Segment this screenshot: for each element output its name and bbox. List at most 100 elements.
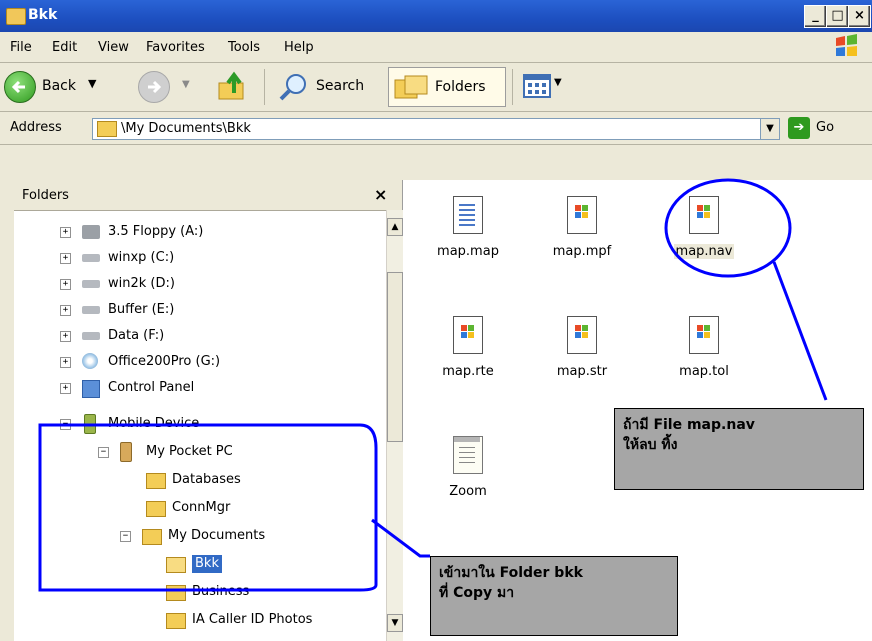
menu-favorites[interactable]: Favorites (146, 40, 205, 55)
tree-label: Data (F:) (108, 328, 165, 343)
folders-icon (394, 75, 428, 99)
menu-bar: File Edit View Favorites Tools Help (0, 32, 872, 63)
folders-pane: Folders × + 3.5 Floppy (A:) + winxp (C:)… (14, 180, 403, 641)
windows-file-icon (567, 196, 597, 234)
control-panel-icon (82, 380, 100, 398)
cd-drive-icon (82, 353, 98, 369)
address-label: Address (10, 120, 62, 135)
callout-bkk-folder: เข้ามาใน Folder bkk ที่ Copy มา (430, 556, 678, 636)
folders-pane-close-button[interactable]: × (374, 185, 387, 204)
folder-icon (166, 585, 186, 601)
hard-drive-icon (82, 306, 100, 314)
tree-label: 3.5 Floppy (A:) (108, 224, 204, 239)
back-dropdown-icon[interactable]: ▼ (88, 77, 96, 90)
folder-icon (97, 121, 117, 137)
address-input[interactable]: \My Documents\Bkk ▼ (92, 118, 780, 140)
mobile-device-icon (84, 414, 96, 434)
minimize-button[interactable]: _ (804, 5, 827, 28)
open-folder-icon (166, 557, 186, 573)
floppy-drive-icon (82, 225, 100, 239)
folders-scrollbar[interactable]: ▲ ▼ (386, 210, 403, 641)
back-button[interactable]: Back ▼ (2, 69, 134, 105)
collapse-icon[interactable]: − (98, 447, 109, 458)
menu-view[interactable]: View (98, 40, 129, 55)
expand-icon[interactable]: + (60, 227, 71, 238)
up-folder-icon[interactable] (216, 71, 250, 103)
folders-button[interactable]: Folders (388, 67, 506, 107)
tree-label: My Documents (168, 528, 266, 543)
windows-file-icon (453, 316, 483, 354)
views-button[interactable]: ▼ (522, 73, 570, 101)
maximize-button[interactable]: □ (826, 5, 849, 28)
menu-file[interactable]: File (10, 40, 32, 55)
collapse-icon[interactable]: − (120, 531, 131, 542)
tree-label-selected: Bkk (192, 555, 222, 573)
toolbar-separator (512, 69, 513, 105)
search-icon (279, 74, 306, 101)
back-arrow-icon (4, 71, 36, 103)
folder-icon (166, 613, 186, 629)
tree-label: Business (192, 584, 250, 599)
hard-drive-icon (82, 280, 100, 288)
file-item[interactable]: Zoom (423, 436, 513, 499)
title-bar[interactable]: Bkk _ □ × (0, 0, 872, 32)
expand-icon[interactable]: + (60, 279, 71, 290)
callout-text: ที่ Copy มา (439, 585, 515, 601)
tree-label: Control Panel (108, 380, 195, 395)
expand-icon[interactable]: + (60, 331, 71, 342)
file-label: map.rte (442, 364, 494, 379)
file-label: map.str (556, 364, 608, 379)
database-folder-icon (146, 473, 166, 489)
scroll-down-button[interactable]: ▼ (387, 614, 403, 632)
scroll-up-button[interactable]: ▲ (387, 218, 403, 236)
expand-icon[interactable]: + (60, 253, 71, 264)
windows-file-icon (689, 196, 719, 234)
text-document-icon (453, 196, 483, 234)
folder-icon (146, 501, 166, 517)
go-arrow-icon: ➔ (788, 117, 810, 139)
expand-icon[interactable]: + (60, 383, 71, 394)
go-button[interactable]: ➔ Go (788, 117, 858, 139)
go-label: Go (816, 120, 835, 135)
file-item[interactable]: map.tol (659, 316, 749, 379)
tree-label: Databases (172, 472, 241, 487)
file-item[interactable]: map.mpf (537, 196, 627, 259)
file-item[interactable]: map.nav (659, 196, 749, 259)
address-bar: Address \My Documents\Bkk ▼ ➔ Go (0, 112, 872, 145)
expand-icon[interactable]: + (60, 357, 71, 368)
file-label: map.mpf (552, 244, 612, 259)
tree-label: IA Caller ID Photos (192, 612, 313, 627)
scroll-thumb[interactable] (387, 272, 403, 442)
forward-button[interactable]: ▼ (138, 71, 198, 105)
collapse-icon[interactable]: − (60, 419, 71, 430)
windows-logo-icon (836, 34, 857, 56)
search-button[interactable]: Search (274, 69, 382, 105)
address-value: \My Documents\Bkk (121, 121, 251, 136)
callout-text: ให้ลบ ทิ้ง (623, 437, 678, 453)
tree-label: ConnMgr (172, 500, 231, 515)
forward-dropdown-icon[interactable]: ▼ (182, 79, 190, 90)
windows-file-icon (689, 316, 719, 354)
tree-label: Mobile Device (108, 416, 200, 431)
close-button[interactable]: × (848, 5, 871, 28)
menu-help[interactable]: Help (284, 40, 314, 55)
file-item[interactable]: map.rte (423, 316, 513, 379)
file-item[interactable]: map.str (537, 316, 627, 379)
folder-icon (6, 8, 26, 25)
address-dropdown-button[interactable]: ▼ (760, 119, 779, 139)
folders-label: Folders (435, 79, 486, 95)
callout-text: ถ้ามี File map.nav (623, 417, 755, 433)
search-label: Search (316, 78, 365, 94)
menu-edit[interactable]: Edit (52, 40, 77, 55)
expand-icon[interactable]: + (60, 305, 71, 316)
tree-label: winxp (C:) (108, 250, 175, 265)
folders-pane-header: Folders × (14, 180, 402, 211)
notepad-file-icon (453, 436, 483, 474)
forward-arrow-icon (138, 71, 170, 103)
file-label: Zoom (449, 484, 487, 499)
windows-file-icon (567, 316, 597, 354)
menu-tools[interactable]: Tools (228, 40, 260, 55)
tree-label: win2k (D:) (108, 276, 175, 291)
file-item[interactable]: map.map (423, 196, 513, 259)
views-dropdown-icon[interactable]: ▼ (554, 77, 562, 88)
